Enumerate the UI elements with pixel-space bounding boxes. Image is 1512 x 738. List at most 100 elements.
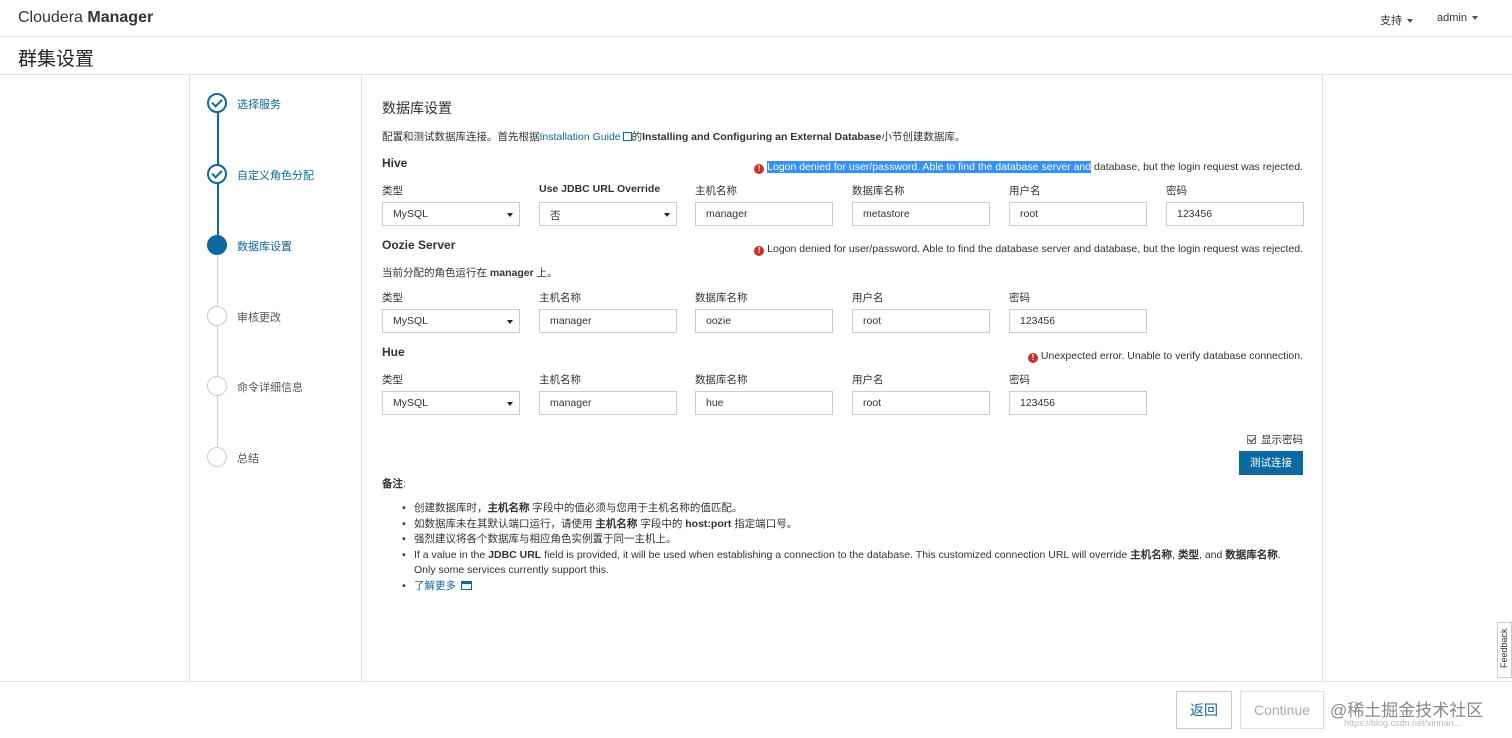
notes-title-text: 备注 xyxy=(382,478,403,490)
right-gutter xyxy=(1322,75,1512,681)
watermark-url: https://blog.csdn.net/xinnan... xyxy=(1344,718,1462,728)
hue-host-input[interactable]: manager xyxy=(539,391,677,415)
oozie-host-input[interactable]: manager xyxy=(539,309,677,333)
hue-error-message: ! Unexpected error. Unable to verify data… xyxy=(1027,350,1303,363)
oozie-note-host: manager xyxy=(489,267,534,279)
oozie-section-title: Oozie Server xyxy=(382,238,456,252)
oozie-note-after: 上。 xyxy=(533,267,558,279)
brand-prefix: Cloudera xyxy=(18,9,83,26)
empty-circle-icon xyxy=(207,447,227,467)
intro-text: 配置和测试数据库连接。首先根据Installation Guide 的Instal… xyxy=(382,129,965,144)
oozie-error-text: Logon denied for user/password. Able to … xyxy=(767,243,1303,255)
error-icon: ! xyxy=(1027,353,1038,363)
check-circle-icon xyxy=(207,164,227,184)
hive-password-input[interactable]: 123456 xyxy=(1166,202,1304,226)
oozie-user-input[interactable]: root xyxy=(852,309,990,333)
list-item: 强烈建议将各个数据库与相应角色实例置于同一主机上。 xyxy=(402,532,1302,548)
hive-error-highlighted: Logon denied for user/password. Able to … xyxy=(767,161,1092,173)
error-icon: ! xyxy=(754,164,765,174)
hive-type-select[interactable]: MySQL xyxy=(382,202,520,226)
hive-host-input[interactable]: manager xyxy=(695,202,833,226)
hive-section-title: Hive xyxy=(382,156,408,170)
page-header: 群集设置 xyxy=(0,37,1512,75)
chevron-down-icon xyxy=(1471,16,1478,21)
hue-dbname-label: 数据库名称 xyxy=(695,374,748,386)
back-button[interactable]: 返回 xyxy=(1176,691,1232,729)
hive-user-label: 用户名 xyxy=(1009,185,1041,197)
checkbox-checked-icon[interactable] xyxy=(1247,435,1256,444)
test-connection-button[interactable]: 测试连接 xyxy=(1239,451,1303,475)
hive-password-label: 密码 xyxy=(1166,185,1187,197)
top-navbar: Cloudera Manager 支持 admin xyxy=(0,0,1512,37)
notes-list: 创建数据库时，主机名称 字段中的值必须与您用于主机名称的值匹配。 如数据库未在其… xyxy=(402,501,1302,594)
step-label: 审核更改 xyxy=(237,312,281,324)
hive-error-message: ! Logon denied for user/password. Able to… xyxy=(754,161,1303,174)
oozie-user-label: 用户名 xyxy=(852,292,884,304)
user-menu[interactable]: admin xyxy=(1437,12,1478,24)
hue-host-label: 主机名称 xyxy=(539,374,581,386)
support-menu[interactable]: 支持 xyxy=(1380,12,1413,28)
hue-password-input[interactable]: 123456 xyxy=(1009,391,1147,415)
empty-circle-icon xyxy=(207,376,227,396)
hive-user-input[interactable]: root xyxy=(1009,202,1147,226)
oozie-password-input[interactable]: 123456 xyxy=(1009,309,1147,333)
notes-title: 备注: xyxy=(382,478,406,490)
intro-before: 配置和测试数据库连接。首先根据 xyxy=(382,131,540,143)
hue-type-select[interactable]: MySQL xyxy=(382,391,520,415)
oozie-note-before: 当前分配的角色运行在 xyxy=(382,267,490,279)
hive-error-rest: database, but the login request was reje… xyxy=(1091,161,1303,173)
step-label: 命令详细信息 xyxy=(237,382,303,394)
list-item: 如数据库未在其默认端口运行，请使用 主机名称 字段中的 host:port 指定… xyxy=(402,517,1302,533)
hue-dbname-input[interactable]: hue xyxy=(695,391,833,415)
step-label: 自定义角色分配 xyxy=(237,170,314,182)
check-circle-icon xyxy=(207,93,227,113)
window-icon xyxy=(461,580,472,590)
continue-button[interactable]: Continue xyxy=(1240,691,1324,729)
hue-section-title: Hue xyxy=(382,345,405,359)
oozie-type-label: 类型 xyxy=(382,292,403,304)
hive-dbname-label: 数据库名称 xyxy=(852,185,905,197)
chevron-down-icon xyxy=(1407,19,1413,24)
oozie-dbname-label: 数据库名称 xyxy=(695,292,748,304)
intro-after: 小节创建数据库。 xyxy=(881,131,966,143)
learn-more-link[interactable]: 了解更多 xyxy=(414,580,456,592)
hue-type-label: 类型 xyxy=(382,374,403,386)
hive-dbname-input[interactable]: metastore xyxy=(852,202,990,226)
oozie-dbname-input[interactable]: oozie xyxy=(695,309,833,333)
support-label: 支持 xyxy=(1380,15,1402,27)
list-item: 了解更多 xyxy=(402,579,1302,595)
hue-error-text: Unexpected error. Unable to verify datab… xyxy=(1040,350,1303,362)
feedback-tab[interactable]: Feedback xyxy=(1497,622,1512,678)
oozie-error-message: ! Logon denied for user/password. Able to… xyxy=(754,243,1303,256)
user-label: admin xyxy=(1437,12,1467,24)
step-label: 总结 xyxy=(237,453,259,465)
show-password-toggle[interactable]: 显示密码 xyxy=(1247,432,1303,447)
hue-user-input[interactable]: root xyxy=(852,391,990,415)
main-content: 数据库设置 配置和测试数据库连接。首先根据Installation Guide 的… xyxy=(363,75,1322,681)
oozie-password-label: 密码 xyxy=(1009,292,1030,304)
hive-jdbc-select[interactable]: 否 xyxy=(539,202,677,226)
left-gutter xyxy=(0,75,190,681)
oozie-host-label: 主机名称 xyxy=(539,292,581,304)
footer-bar: 返回 Continue @稀土掘金技术社区 https://blog.csdn.… xyxy=(0,681,1512,738)
step-label: 数据库设置 xyxy=(237,241,292,253)
list-item: 创建数据库时，主机名称 字段中的值必须与您用于主机名称的值匹配。 xyxy=(402,501,1302,517)
hive-type-label: 类型 xyxy=(382,185,403,197)
active-step-icon xyxy=(207,235,227,255)
show-password-label: 显示密码 xyxy=(1261,434,1303,446)
hive-host-label: 主机名称 xyxy=(695,185,737,197)
hue-password-label: 密码 xyxy=(1009,374,1030,386)
external-link-icon xyxy=(622,132,632,141)
oozie-host-note: 当前分配的角色运行在 manager 上。 xyxy=(382,265,558,280)
oozie-type-select[interactable]: MySQL xyxy=(382,309,520,333)
hue-user-label: 用户名 xyxy=(852,374,884,386)
installation-guide-link[interactable]: Installation Guide xyxy=(540,131,621,143)
steps-remaining-line xyxy=(217,246,218,458)
empty-circle-icon xyxy=(207,306,227,326)
wizard-steps: 选择服务 自定义角色分配 数据库设置 审核更改 命令详细信息 总结 xyxy=(190,75,362,681)
list-item: If a value in the JDBC URL field is prov… xyxy=(402,548,1302,579)
step-label: 选择服务 xyxy=(237,99,281,111)
intro-bold: Installing and Configuring an External D… xyxy=(642,131,882,143)
brand-logo[interactable]: Cloudera Manager xyxy=(18,9,153,27)
section-title: 数据库设置 xyxy=(382,100,452,116)
